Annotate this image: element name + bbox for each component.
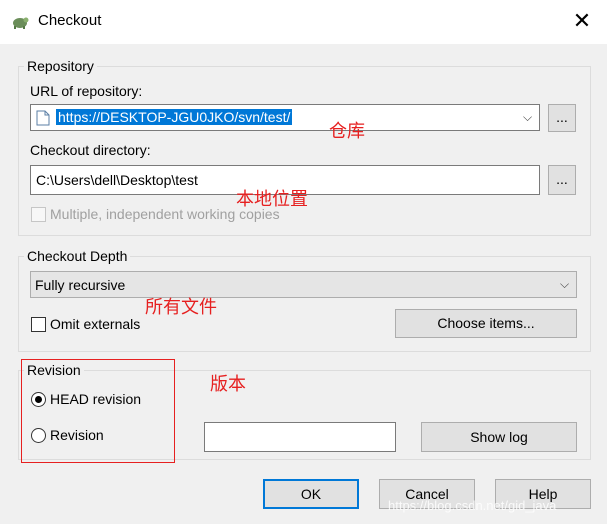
depth-selected-value: Fully recursive (35, 277, 126, 293)
dir-browse-button[interactable]: ... (548, 165, 576, 195)
ok-button[interactable]: OK (263, 479, 359, 509)
revision-input[interactable] (204, 422, 396, 452)
close-button[interactable]: ✕ (568, 8, 596, 36)
annotation-local: 本地位置 (236, 189, 308, 209)
annotation-all-files: 所有文件 (145, 297, 217, 317)
tortoise-svn-icon (13, 17, 29, 29)
checkout-depth-label: Checkout Depth (24, 248, 131, 264)
url-combobox[interactable]: https://DESKTOP-JGU0JKO/svn/test/ ⌵ (30, 104, 540, 131)
choose-items-button[interactable]: Choose items... (395, 309, 577, 338)
omit-externals-label: Omit externals (50, 316, 141, 332)
annotation-repo: 仓库 (329, 121, 365, 141)
depth-select[interactable]: Fully recursive ⌵ (30, 271, 577, 298)
annotation-version: 版本 (210, 374, 246, 394)
multiple-wc-checkbox[interactable] (31, 207, 46, 222)
url-value: https://DESKTOP-JGU0JKO/svn/test/ (56, 109, 293, 125)
url-browse-button[interactable]: ... (548, 104, 576, 132)
url-label: URL of repository: (30, 83, 143, 99)
checkout-dir-value: C:\Users\dell\Desktop\test (36, 172, 198, 188)
revision-highlight-box (21, 359, 175, 463)
omit-externals-checkbox[interactable] (31, 317, 46, 332)
repository-group-label: Repository (24, 58, 97, 74)
chevron-down-icon: ⌵ (560, 277, 570, 291)
show-log-button[interactable]: Show log (421, 422, 577, 452)
checkout-dir-label: Checkout directory: (30, 142, 151, 158)
window-title: Checkout (38, 12, 102, 29)
file-icon (36, 110, 50, 126)
chevron-down-icon[interactable]: ⌵ (523, 110, 532, 125)
watermark: https://blog.csdn.net/gid_java (388, 498, 557, 513)
